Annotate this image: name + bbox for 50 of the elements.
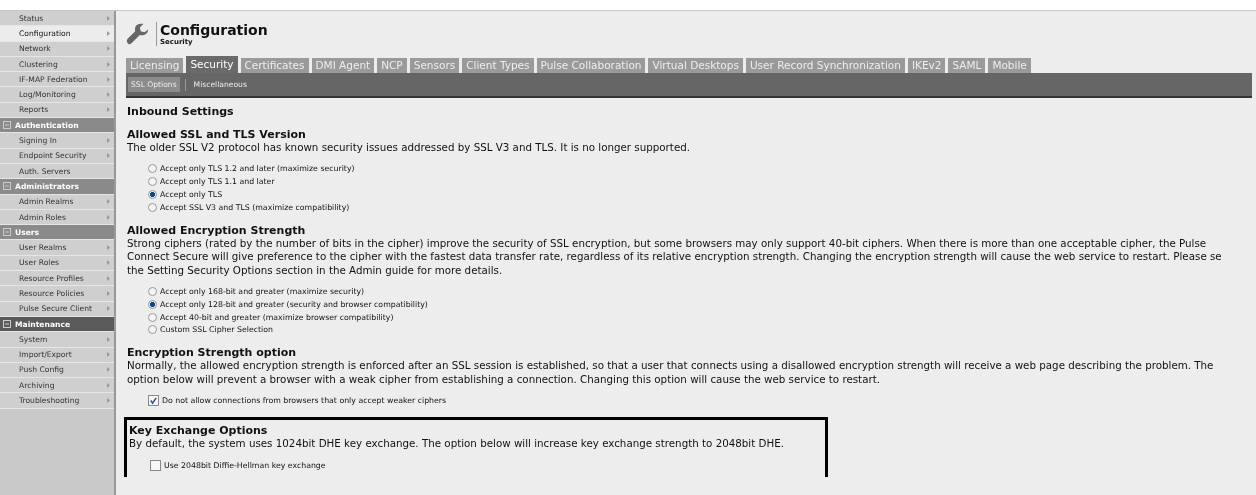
chevron-right-icon — [107, 291, 110, 296]
description-line: option below will prevent a browser with a weak cipher from establishing a connection. Changing this option will cause the web service to restart. — [127, 372, 881, 387]
chevron-right-icon — [107, 138, 110, 143]
section-title: Key Exchange Options — [129, 424, 269, 438]
chevron-right-icon — [107, 382, 110, 388]
collapse-icon — [3, 182, 11, 191]
radio-button[interactable] — [148, 177, 157, 187]
chevron-right-icon — [107, 15, 110, 21]
description-line: Connect Secure will give preference to the cipher with the fastest data transfer rate, regardless of its relative encryption strength. Changing the encryption strength will cause the web service to restart. Please se — [127, 250, 1223, 264]
tab[interactable]: Security — [186, 56, 238, 73]
radio-button[interactable] — [148, 325, 157, 335]
collapse-icon — [3, 121, 11, 130]
section-title: Encryption Strength option — [127, 346, 298, 360]
page-title: Configuration — [160, 22, 268, 38]
radio-button[interactable] — [148, 190, 157, 199]
description-line: Strong ciphers (rated by the number of bits in the cipher) improve the security of SSL encryption, but some browsers may only support 40-bit ciphers. When there is more than one acceptable cipher, the Pulse — [127, 236, 1208, 251]
section-title: Allowed SSL and TLS Version — [127, 128, 307, 141]
description-line: The older SSL V2 protocol has known security issues addressed by SSL V3 and TLS. It is no longer supported. — [127, 141, 692, 155]
chevron-right-icon — [107, 76, 110, 82]
radio-button[interactable] — [148, 312, 157, 322]
section-heading: Inbound Settings — [127, 105, 235, 118]
chevron-right-icon — [107, 398, 110, 404]
wrench-icon — [126, 22, 150, 46]
radio-button[interactable] — [148, 299, 157, 309]
chevron-right-icon — [107, 336, 110, 342]
chevron-right-icon — [107, 46, 110, 52]
radio-button[interactable] — [148, 202, 157, 212]
chevron-right-icon — [107, 30, 110, 36]
chevron-right-icon — [107, 153, 110, 159]
description-line: the Setting Security Options section in the Admin guide for more details. — [127, 263, 504, 278]
radio-button[interactable] — [148, 287, 157, 297]
chevron-right-icon — [107, 275, 110, 281]
chevron-right-icon — [107, 107, 110, 113]
chevron-right-icon — [107, 92, 110, 98]
checkbox[interactable] — [150, 459, 161, 471]
description-line: By default, the system uses 1024bit DHE key exchange. The option below will increase key exchange strength to 2048bit DHE. — [129, 437, 785, 451]
chevron-right-icon — [107, 260, 110, 266]
chevron-right-icon — [107, 214, 110, 220]
checkbox[interactable] — [148, 395, 159, 407]
chevron-right-icon — [107, 306, 110, 312]
collapse-icon — [3, 228, 11, 237]
collapse-icon — [3, 320, 11, 329]
chevron-right-icon — [107, 61, 110, 67]
section-title: Allowed Encryption Strength — [127, 223, 307, 237]
chevron-right-icon — [107, 199, 110, 205]
chevron-right-icon — [107, 367, 110, 373]
description-line: Normally, the allowed encryption strength is enforced after an SSL session is established, so that a user that connects using a disallowed encryption strength will receive a web page describing the problem. The — [127, 359, 1215, 373]
radio-button[interactable] — [148, 164, 157, 174]
chevron-right-icon — [107, 352, 110, 358]
chevron-right-icon — [107, 245, 110, 251]
